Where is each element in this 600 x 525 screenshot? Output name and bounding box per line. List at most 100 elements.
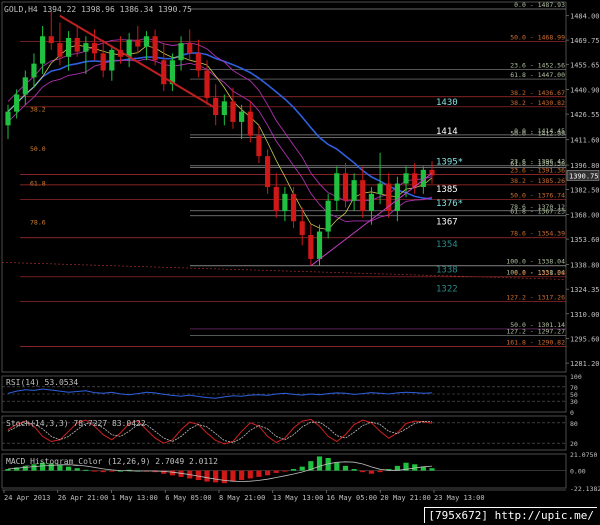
macd-bar xyxy=(213,470,219,483)
candle-body xyxy=(31,63,37,78)
candle-body xyxy=(290,193,297,222)
macd-bar xyxy=(5,469,11,471)
candle-body xyxy=(109,49,115,71)
macd-bar xyxy=(22,465,28,471)
candle-body xyxy=(143,36,150,47)
candle-body xyxy=(57,43,63,57)
macd-bar xyxy=(109,470,115,472)
fib-label: 0.0 - 1487.93 xyxy=(514,1,565,9)
candle-body xyxy=(22,77,28,95)
macd-bar xyxy=(377,470,383,473)
left-fib-label: 50.0 xyxy=(30,145,46,153)
macd-bar xyxy=(334,462,340,471)
price-callout: 1376* xyxy=(436,199,463,209)
price-callout: 1395* xyxy=(436,158,463,168)
candle-body xyxy=(178,43,184,61)
price-tick-label: 1295.60 xyxy=(570,335,600,343)
macd-bar xyxy=(204,470,210,482)
price-callouts: 1430 1414 1395* 1385 1376* 1367 1354 1338 1322 xyxy=(436,98,463,295)
candle-body xyxy=(230,101,236,122)
candle-body xyxy=(334,173,340,201)
panel-frame-0 xyxy=(1,1,567,373)
fib-label: 23.6 - 1391.36 xyxy=(510,166,565,174)
candle-body xyxy=(360,180,366,211)
macd-bar xyxy=(299,466,305,471)
trading-chart: 0.0 - 1487.93 50.0 - 1468.99 23.6 - 1452.5… xyxy=(1,1,600,502)
fib-label: 23.6 - 1452.56 xyxy=(510,62,565,70)
time-tick-label: 23 May 13:00 xyxy=(434,494,485,502)
macd-bar xyxy=(239,470,245,481)
price-callout: 1414 xyxy=(436,127,458,137)
candle-body xyxy=(282,193,288,211)
candle-body xyxy=(264,156,271,187)
candle-body xyxy=(351,180,357,201)
candle-body xyxy=(342,173,349,201)
candle-body xyxy=(239,111,245,122)
price-callout: 1338 xyxy=(436,266,458,276)
macd-tick-label: -22.1382 xyxy=(570,485,600,493)
macd-bar xyxy=(230,470,236,482)
candle-body xyxy=(100,53,106,71)
rsi-tick-label: 100 xyxy=(570,373,582,381)
fib-label: 127.2 - 1317.26 xyxy=(506,293,565,301)
price-tick-label: 1396.80 xyxy=(570,162,600,170)
macd-bar xyxy=(169,470,176,476)
candle-body xyxy=(195,53,201,71)
candle-body xyxy=(377,183,383,194)
price-tick-label: 1368.00 xyxy=(570,211,600,219)
candle-body xyxy=(308,234,314,259)
fib-label: 38.2 - 1430.82 xyxy=(510,99,565,107)
time-tick-label: 16 May 05:00 xyxy=(327,494,378,502)
fib-label: 50.0 - 1412.99 xyxy=(510,129,565,137)
macd-bar xyxy=(91,470,98,472)
macd-bar xyxy=(360,470,366,473)
candle-body xyxy=(14,94,20,112)
candle-body xyxy=(126,39,132,57)
chart-header: GOLD,H4 1394.22 1398.96 1386.34 1390.75 xyxy=(4,5,192,14)
macd-bar xyxy=(273,470,279,473)
price-axis: 1484.00 1469.75 1455.65 1440.90 1426.55 1411.… xyxy=(566,13,600,368)
price-tick-label: 1440.90 xyxy=(570,87,600,95)
time-tick-label: 1 May 13:00 xyxy=(112,494,158,502)
candle-body xyxy=(65,37,72,57)
current-price-label: 1390.75 xyxy=(569,172,599,180)
left-fib-label: 61.8 xyxy=(30,179,46,187)
macd-bar xyxy=(316,456,323,471)
price-tick-label: 1426.55 xyxy=(570,111,600,119)
candle-body xyxy=(187,43,193,54)
candle-body xyxy=(273,187,279,211)
price-callout: 1385 xyxy=(436,185,458,195)
candle-body xyxy=(299,221,305,235)
macd-bar xyxy=(290,469,297,471)
time-tick-label: 6 May 05:00 xyxy=(165,494,211,502)
candle-body xyxy=(5,111,11,126)
fib-label: 161.8 - 1290.82 xyxy=(506,339,565,347)
macd-bar xyxy=(282,470,288,472)
candle-body xyxy=(325,200,331,232)
candle-body xyxy=(48,36,54,44)
macd-bar xyxy=(195,470,201,481)
price-callout: 1430 xyxy=(436,98,458,108)
rsi-line xyxy=(7,388,433,399)
macd-tick-label: 21.0750 xyxy=(570,451,597,459)
macd-bar xyxy=(83,469,89,471)
fib-label: 50.0 - 1468.99 xyxy=(510,33,565,41)
price-tick-label: 1411.60 xyxy=(570,137,600,145)
fib-label: 78.6 - 1354.39 xyxy=(510,230,565,238)
moving-averages xyxy=(7,37,433,230)
macd-tick-label: 0.00 xyxy=(570,468,586,476)
time-tick-label: 24 Apr 2013 xyxy=(4,494,50,502)
time-tick-label: 20 May 21:00 xyxy=(380,494,431,502)
candle-body xyxy=(83,43,89,52)
price-tick-label: 1281.20 xyxy=(570,360,600,368)
candle-body xyxy=(403,173,409,184)
rsi-tick-label: 0 xyxy=(570,409,574,417)
time-tick-label: 13 May 13:00 xyxy=(273,494,324,502)
fib-label: 38.2 - 1436.67 xyxy=(510,89,565,97)
rsi-tick-label: 30 xyxy=(570,398,578,406)
macd-label: MACD_Histogram_Color (12,26,9) 2.7049 2.… xyxy=(6,457,218,466)
macd-bar xyxy=(74,468,80,471)
candle-body xyxy=(247,111,253,136)
chart-stage: 0.0 - 1487.93 50.0 - 1468.99 23.6 - 1452.5… xyxy=(0,0,600,525)
fib-label: 38.2 - 1385.26 xyxy=(510,177,565,185)
